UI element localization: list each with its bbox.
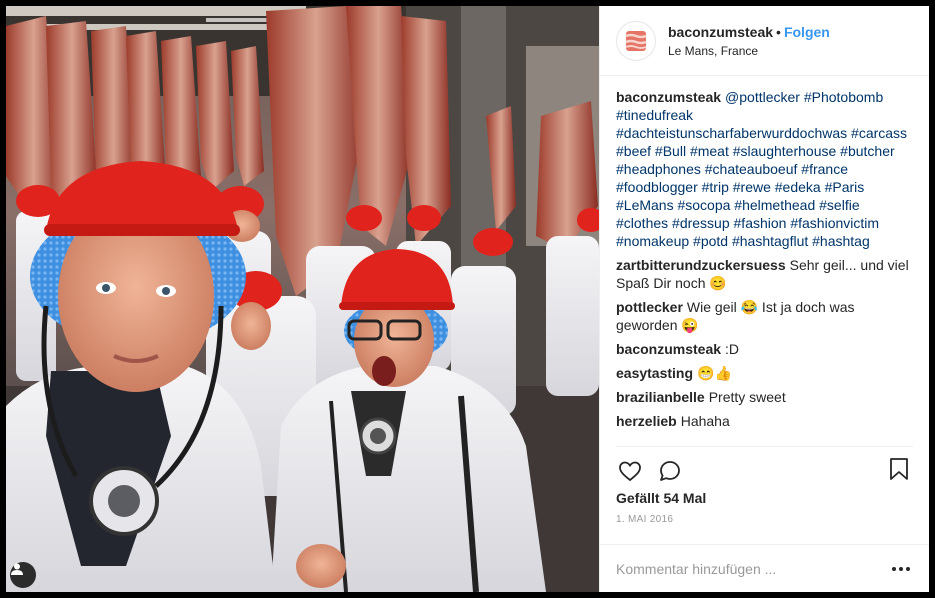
comment-text: :D xyxy=(725,341,740,357)
follow-button[interactable]: Folgen xyxy=(784,24,830,40)
comment-author[interactable]: pottlecker xyxy=(616,299,683,315)
comment-list: baconzumsteak @pottlecker #Photobomb #tin… xyxy=(600,76,929,446)
action-bar xyxy=(616,446,913,486)
comment-item: zartbitterundzuckersuess Sehr geil... und… xyxy=(616,256,913,292)
comment-text: Pretty sweet xyxy=(708,389,786,405)
bookmark-icon[interactable] xyxy=(885,455,913,483)
avatar[interactable] xyxy=(616,20,656,61)
post-side-panel: baconzumsteak • Folgen Le Mans, France bac… xyxy=(599,6,929,592)
comment-item: pottlecker Wie geil 😂 Ist ja doch was gew… xyxy=(616,298,913,334)
comment-item: herzelieb Hahaha xyxy=(616,412,913,430)
comment-item: brazilianbelle Pretty sweet xyxy=(616,388,913,406)
comment-author[interactable]: brazilianbelle xyxy=(616,389,705,405)
post-photo[interactable] xyxy=(6,6,599,592)
bacon-logo-icon xyxy=(625,30,647,51)
add-comment-bar xyxy=(600,544,929,592)
post-date: 1. MAI 2016 xyxy=(616,514,674,525)
post-frame: baconzumsteak • Folgen Le Mans, France bac… xyxy=(6,6,929,592)
comment-author[interactable]: zartbitterundzuckersuess xyxy=(616,257,786,273)
ellipsis-icon[interactable] xyxy=(889,557,913,581)
caption: baconzumsteak @pottlecker #Photobomb #tin… xyxy=(616,88,913,250)
comment-item: baconzumsteak:D xyxy=(616,340,913,358)
comment-item: easytasting 😁👍 xyxy=(616,364,913,382)
comment-input[interactable] xyxy=(616,560,889,577)
like-count[interactable]: Gefällt 54 Mal xyxy=(600,486,929,508)
post-username[interactable]: baconzumsteak xyxy=(668,24,773,40)
caption-author[interactable]: baconzumsteak xyxy=(616,89,721,105)
header-separator: • xyxy=(776,24,781,40)
user-tag-icon[interactable] xyxy=(10,562,36,588)
comment-text: 😁👍 xyxy=(697,365,732,381)
post-header: baconzumsteak • Folgen Le Mans, France xyxy=(600,6,929,76)
comment-author[interactable]: easytasting xyxy=(616,365,693,381)
comment-text: Hahaha xyxy=(680,413,730,429)
caption-text[interactable]: @pottlecker #Photobomb #tinedufreak #dac… xyxy=(616,89,907,249)
heart-icon[interactable] xyxy=(616,457,644,485)
comment-author[interactable]: herzelieb xyxy=(616,413,677,429)
post-location[interactable]: Le Mans, France xyxy=(668,44,830,58)
photo-illustration xyxy=(6,6,599,592)
comment-author[interactable]: baconzumsteak xyxy=(616,341,721,357)
speech-bubble-icon[interactable] xyxy=(656,457,684,485)
